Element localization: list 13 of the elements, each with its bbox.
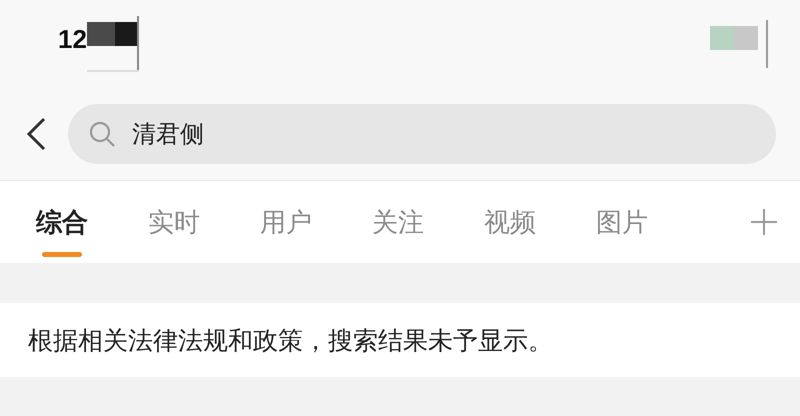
- notice-text: 根据相关法律法规和政策，搜索结果未予显示。: [28, 324, 553, 356]
- tab[interactable]: 实时: [148, 181, 200, 263]
- plus-icon[interactable]: [750, 208, 778, 236]
- tab[interactable]: 视频: [484, 181, 536, 263]
- tab[interactable]: 综合: [36, 181, 88, 263]
- search-bar[interactable]: 清君侧: [68, 104, 776, 164]
- tab[interactable]: 图片: [596, 181, 648, 263]
- redacted-drawing: [710, 20, 768, 68]
- redacted-drawing: [86, 16, 139, 72]
- tab[interactable]: 关注: [372, 181, 424, 263]
- search-icon: [88, 120, 116, 148]
- tab[interactable]: 用户: [260, 181, 312, 263]
- status-time: 12: [58, 24, 87, 55]
